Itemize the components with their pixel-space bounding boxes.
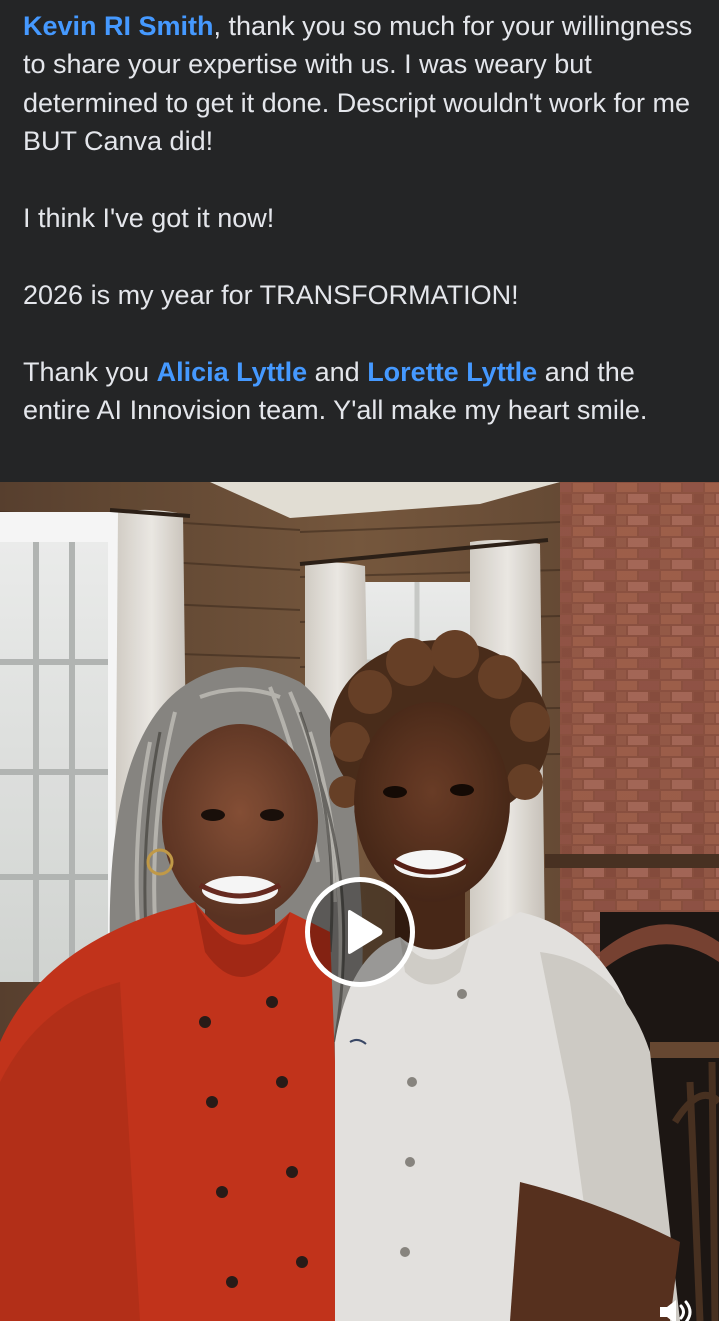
post-text: Kevin RI Smith, thank you so much for yo…	[0, 0, 719, 482]
mention-link-alicia[interactable]: Alicia Lyttle	[157, 357, 308, 387]
paragraph-text: and	[307, 356, 368, 387]
paragraph-text: Thank you	[23, 356, 157, 387]
post-paragraph-thanks-kevin: Kevin RI Smith, thank you so much for yo…	[23, 7, 697, 161]
play-icon	[348, 910, 383, 954]
video-player[interactable]	[0, 482, 719, 1321]
post-paragraph-2026: 2026 is my year for TRANSFORMATION!	[23, 279, 519, 310]
speaker-volume-icon	[660, 1300, 692, 1321]
post-paragraph-got-it: I think I've got it now!	[23, 203, 275, 234]
play-button[interactable]	[305, 877, 415, 987]
post-paragraph-thanks-team: Thank you Alicia Lyttle and Lorette Lytt…	[23, 353, 697, 430]
mention-link-lorette[interactable]: Lorette Lyttle	[367, 357, 537, 387]
mention-link-kevin[interactable]: Kevin RI Smith	[23, 11, 214, 41]
volume-button[interactable]	[658, 1298, 698, 1321]
